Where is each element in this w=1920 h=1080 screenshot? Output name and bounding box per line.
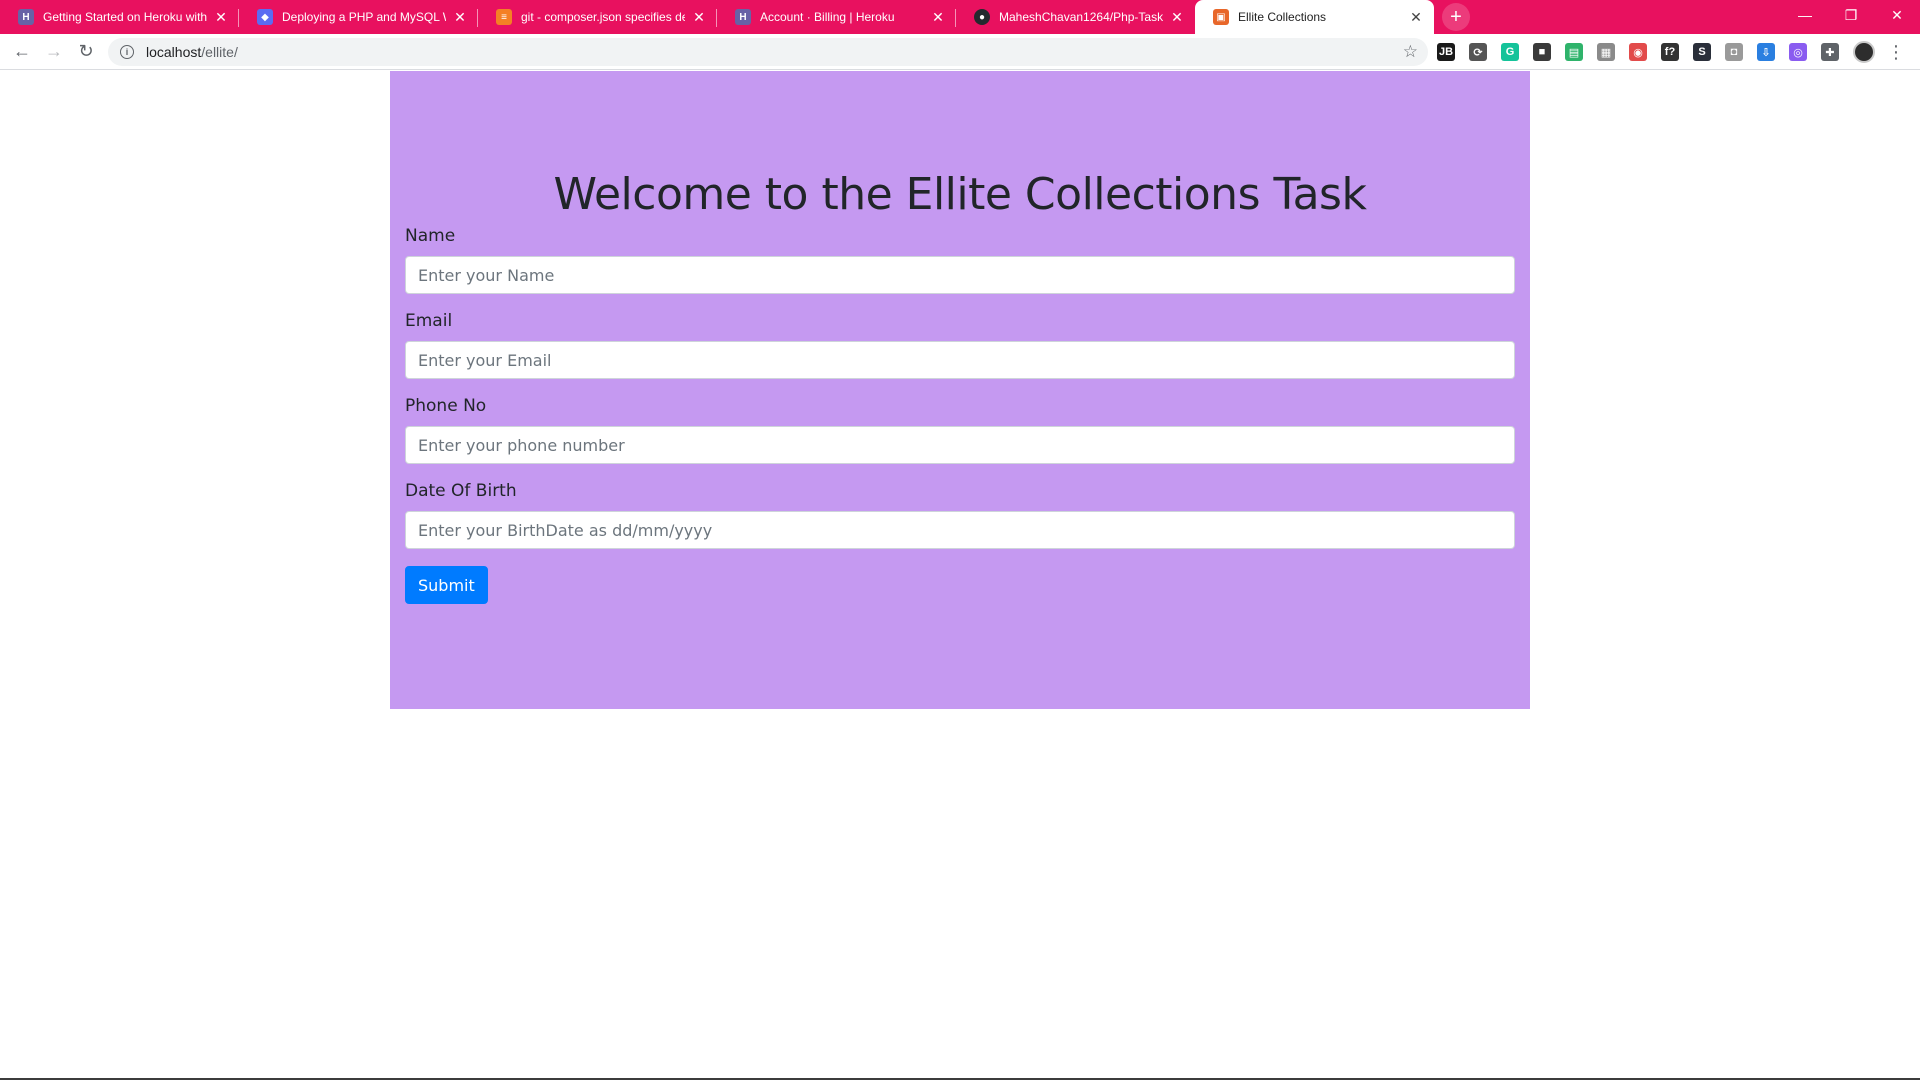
name-input[interactable]: [405, 256, 1515, 294]
registration-form: Name Email Phone No Date Of Birth Submit: [405, 226, 1515, 604]
tab-title: Deploying a PHP and MySQL We: [282, 10, 446, 24]
browser-toolbar: ← → ↻ i localhost/ellite/ ☆ JB ⟳ G ■ ▤ ▦ ◉ f? S ◘…: [0, 34, 1920, 70]
tab-heroku-getting-started[interactable]: H Getting Started on Heroku with P ✕: [0, 0, 239, 34]
minimize-icon[interactable]: —: [1782, 0, 1828, 30]
close-icon[interactable]: ✕: [213, 9, 229, 25]
url-text[interactable]: localhost/ellite/: [146, 44, 238, 60]
form-panel: Welcome to the Ellite Collections Task N…: [390, 71, 1530, 709]
s-extension-icon[interactable]: S: [1693, 43, 1711, 61]
email-label: Email: [405, 311, 453, 331]
close-window-icon[interactable]: ✕: [1874, 0, 1920, 30]
tab-github-php-task[interactable]: ● MaheshChavan1264/Php-Task ✕: [956, 0, 1195, 34]
bird-icon: ◆: [257, 9, 273, 25]
info-icon[interactable]: i: [120, 45, 134, 59]
email-input[interactable]: [405, 341, 1515, 379]
new-tab-button[interactable]: +: [1442, 3, 1470, 31]
name-label: Name: [405, 226, 456, 246]
download-extension-icon[interactable]: ⇩: [1757, 43, 1775, 61]
tab-ellite-collections[interactable]: ▣ Ellite Collections ✕: [1195, 0, 1434, 34]
tab-title: Ellite Collections: [1238, 10, 1327, 24]
page-content: Welcome to the Ellite Collections Task N…: [0, 71, 1920, 1080]
gallery-extension-icon[interactable]: ▦: [1597, 43, 1615, 61]
close-icon[interactable]: ✕: [930, 9, 946, 25]
forward-arrow-icon[interactable]: →: [38, 36, 70, 68]
tab-title: Account · Billing | Heroku: [760, 10, 895, 24]
sync-extension-icon[interactable]: ⟳: [1469, 43, 1487, 61]
bookmark-star-icon[interactable]: ☆: [1403, 42, 1418, 62]
profile-avatar[interactable]: [1853, 41, 1875, 63]
grammarly-extension-icon[interactable]: G: [1501, 43, 1519, 61]
extensions-bar: JB ⟳ G ■ ▤ ▦ ◉ f? S ◘ ⇩ ◎ ✚ ⋮: [1437, 39, 1905, 65]
tab-title: Getting Started on Heroku with P: [43, 10, 207, 24]
url-host: localhost: [146, 44, 202, 60]
tab-deploying-php-mysql[interactable]: ◆ Deploying a PHP and MySQL We ✕: [239, 0, 478, 34]
heroku-icon: H: [735, 9, 751, 25]
close-icon[interactable]: ✕: [452, 9, 468, 25]
tab-heroku-billing[interactable]: H Account · Billing | Heroku ✕: [717, 0, 956, 34]
name-group: Name: [405, 226, 1515, 294]
close-icon[interactable]: ✕: [691, 9, 707, 25]
camera-extension-icon[interactable]: ◘: [1725, 43, 1743, 61]
tab-strip: H Getting Started on Heroku with P ✕ ◆ D…: [0, 0, 1920, 34]
more-menu-icon[interactable]: ⋮: [1887, 42, 1905, 63]
puzzle-extension-icon[interactable]: ✚: [1821, 43, 1839, 61]
dob-group: Date Of Birth: [405, 481, 1515, 549]
page-title: Welcome to the Ellite Collections Task: [553, 169, 1367, 220]
phone-label: Phone No: [405, 396, 487, 416]
back-arrow-icon[interactable]: ←: [6, 36, 38, 68]
close-icon[interactable]: ✕: [1408, 9, 1424, 25]
color-wheel-extension-icon[interactable]: ◉: [1629, 43, 1647, 61]
dob-label: Date Of Birth: [405, 481, 517, 501]
close-icon[interactable]: ✕: [1169, 9, 1185, 25]
font-extension-icon[interactable]: f?: [1661, 43, 1679, 61]
email-group: Email: [405, 311, 1515, 379]
heroku-icon: H: [18, 9, 34, 25]
restore-icon[interactable]: ❐: [1828, 0, 1874, 30]
cube-extension-icon[interactable]: ■: [1533, 43, 1551, 61]
phone-input[interactable]: [405, 426, 1515, 464]
stackoverflow-icon: ≡: [496, 9, 512, 25]
site-icon: ▣: [1213, 9, 1229, 25]
reload-icon[interactable]: ↻: [70, 36, 102, 68]
tab-title: git - composer.json specifies dep: [521, 10, 685, 24]
dob-input[interactable]: [405, 511, 1515, 549]
tab-title: MaheshChavan1264/Php-Task: [999, 10, 1163, 24]
window-controls: — ❐ ✕: [1782, 0, 1920, 30]
url-path: /ellite/: [201, 44, 238, 60]
address-bar[interactable]: i localhost/ellite/ ☆: [108, 38, 1428, 66]
tab-git-composer[interactable]: ≡ git - composer.json specifies dep ✕: [478, 0, 717, 34]
phone-group: Phone No: [405, 396, 1515, 464]
green-extension-icon[interactable]: ▤: [1565, 43, 1583, 61]
purple-extension-icon[interactable]: ◎: [1789, 43, 1807, 61]
jetbrains-extension-icon[interactable]: JB: [1437, 43, 1455, 61]
github-icon: ●: [974, 9, 990, 25]
submit-button[interactable]: Submit: [405, 566, 488, 604]
